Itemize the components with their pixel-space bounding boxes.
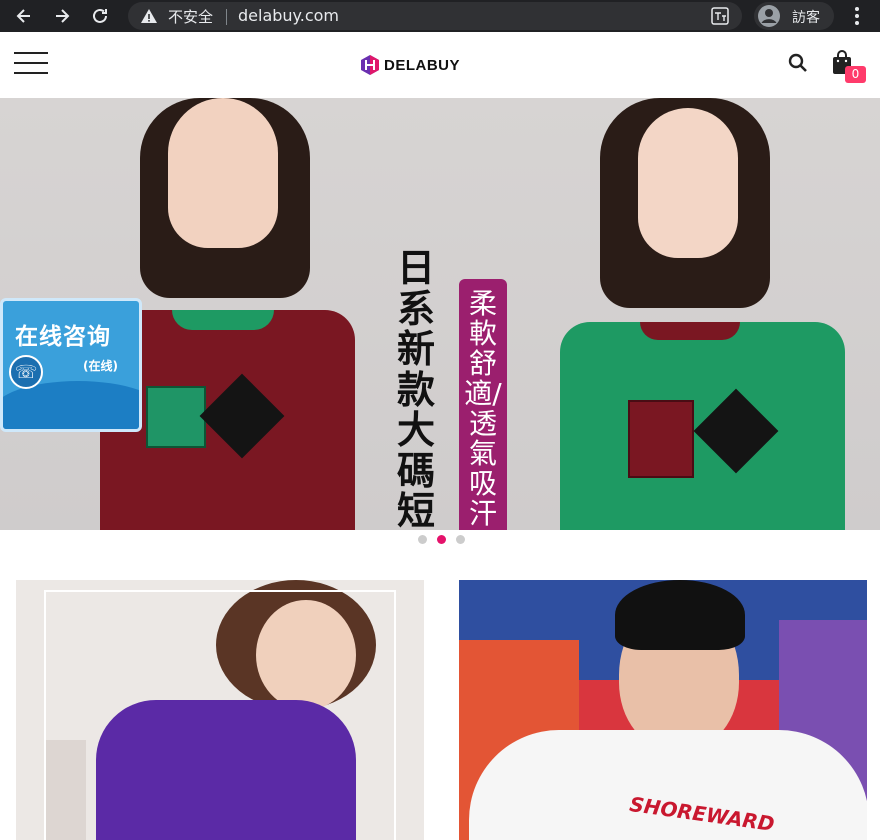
site-header: DELABUY 0 <box>0 32 880 98</box>
logo-text: DELABUY <box>384 56 461 74</box>
carousel-dot-3[interactable] <box>456 535 465 544</box>
profile-button[interactable]: 訪客 <box>754 2 834 30</box>
translate-icon[interactable] <box>711 7 729 29</box>
white-tee <box>469 730 867 840</box>
reload-icon[interactable] <box>88 4 112 28</box>
model-right-collar <box>640 322 740 340</box>
cart-count-badge: 0 <box>845 66 866 83</box>
photo-frame <box>44 590 396 840</box>
consult-title: 在线咨询 <box>15 324 111 350</box>
model-hair <box>615 580 745 650</box>
search-icon[interactable] <box>787 52 809 78</box>
url-text: delabuy.com <box>238 6 339 25</box>
shirt-patch <box>146 386 206 448</box>
product-tile-purple-blouse[interactable] <box>16 580 424 840</box>
logo-hexagon-icon <box>361 55 379 75</box>
model-left-collar <box>172 310 274 330</box>
security-status-label: 不安全 <box>168 8 214 26</box>
forward-arrow-icon[interactable] <box>50 4 74 28</box>
browser-toolbar: 不安全 delabuy.com 訪客 <box>0 0 880 32</box>
carousel-dot-2[interactable] <box>437 535 446 544</box>
shirt-patch <box>628 400 694 478</box>
site-logo[interactable]: DELABUY <box>359 54 460 76</box>
address-bar[interactable]: 不安全 delabuy.com <box>128 2 742 30</box>
carousel-indicators <box>418 535 465 544</box>
banner-tagline: 柔軟舒適/透氣吸汗 <box>464 287 502 530</box>
warning-triangle-icon <box>140 8 158 28</box>
profile-label: 訪客 <box>792 10 820 26</box>
more-vert-icon[interactable] <box>848 4 866 32</box>
hero-banner[interactable]: 日系新款大碼短袖 柔軟舒適/透氣吸汗 在线咨询 ☏ (在线) <box>0 98 880 530</box>
back-arrow-icon[interactable] <box>12 4 36 28</box>
avatar-icon <box>758 5 780 31</box>
model-right-face <box>638 108 738 258</box>
banner-tagline-pill: 柔軟舒適/透氣吸汗 <box>459 279 507 530</box>
model-left-face <box>168 98 278 248</box>
omnibox-divider <box>226 9 227 25</box>
product-tile-white-tee[interactable]: SHOREWARD <box>459 580 867 840</box>
online-consult-button[interactable]: 在线咨询 ☏ (在线) <box>0 298 142 432</box>
hamburger-menu-icon[interactable] <box>14 52 48 78</box>
consult-wave-graphic <box>3 381 139 429</box>
carousel-dot-1[interactable] <box>418 535 427 544</box>
consult-subtitle: (在线) <box>83 359 118 373</box>
phone-icon: ☏ <box>9 355 43 389</box>
banner-title: 日系新款大碼短袖 <box>396 245 435 530</box>
